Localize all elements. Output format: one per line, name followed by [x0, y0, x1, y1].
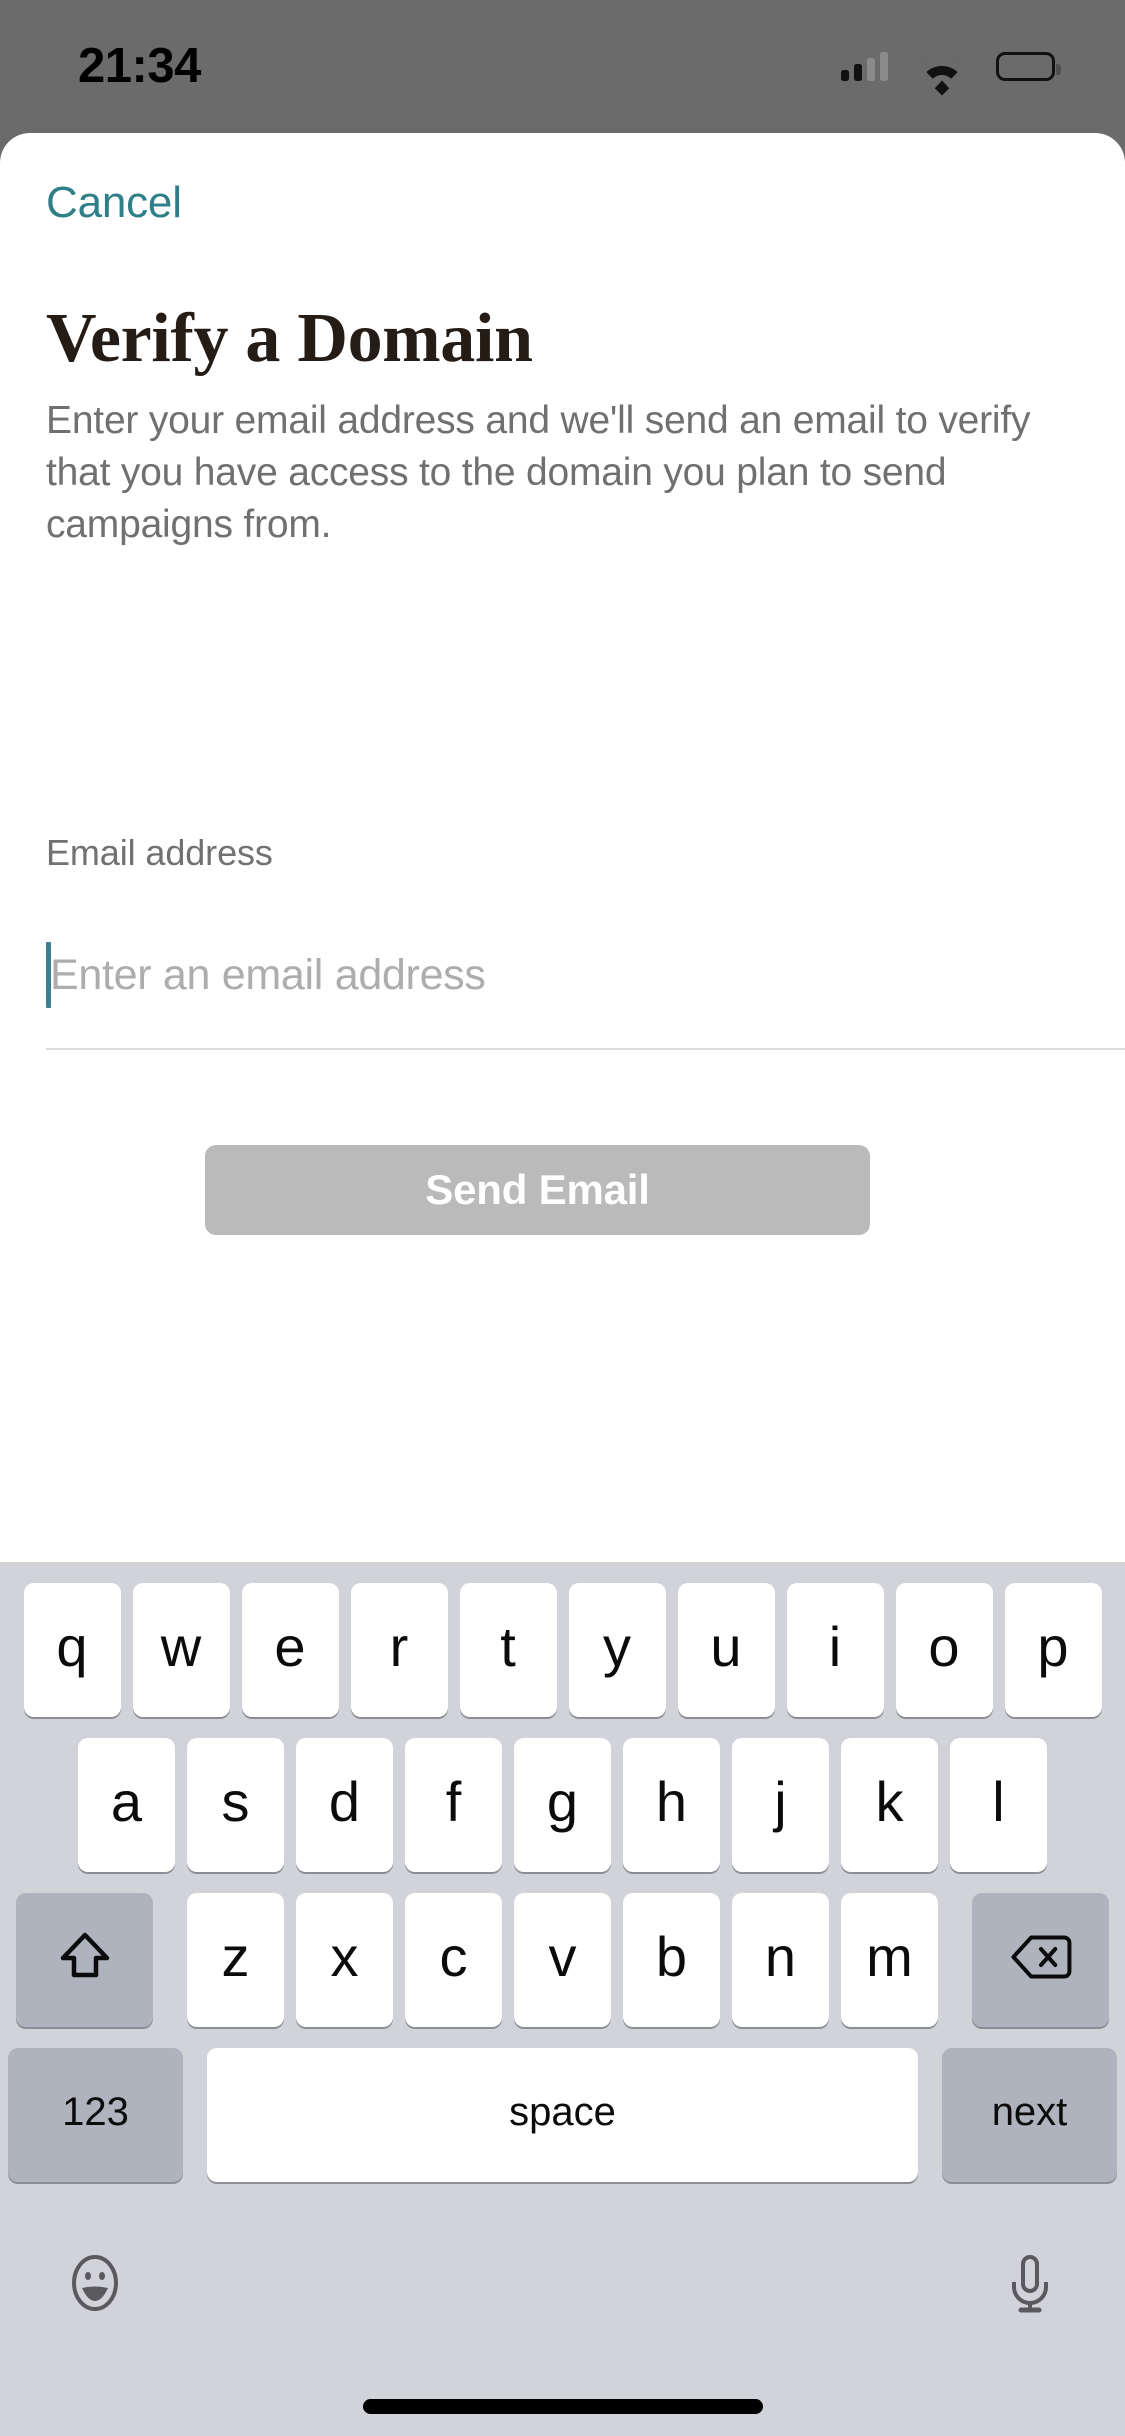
key-i[interactable]: i [786, 1583, 884, 1717]
next-key[interactable]: next [942, 2048, 1117, 2182]
keyboard-row-3: z x c v b n m [8, 1893, 1117, 2027]
key-q[interactable]: q [23, 1583, 121, 1717]
microphone-icon[interactable] [990, 2243, 1070, 2323]
home-indicator [362, 2399, 763, 2414]
key-w[interactable]: w [132, 1583, 230, 1717]
page-description: Enter your email address and we'll send … [46, 399, 1031, 546]
key-l[interactable]: l [950, 1738, 1047, 1872]
cancel-button[interactable]: Cancel [46, 178, 182, 228]
backspace-key[interactable] [972, 1893, 1109, 2027]
key-f[interactable]: f [405, 1738, 502, 1872]
emoji-smiley-icon[interactable] [55, 2243, 135, 2323]
numbers-key[interactable]: 123 [8, 2048, 183, 2182]
key-n[interactable]: n [732, 1893, 829, 2027]
key-m[interactable]: m [841, 1893, 938, 2027]
email-field-label: Email address [46, 832, 273, 873]
wifi-icon [910, 35, 974, 99]
key-p[interactable]: p [1004, 1583, 1102, 1717]
cellular-signal-icon [841, 51, 888, 81]
key-x[interactable]: x [296, 1893, 393, 2027]
battery-icon [996, 52, 1061, 81]
key-h[interactable]: h [623, 1738, 720, 1872]
page-title: Verify a Domain [46, 300, 533, 377]
key-k[interactable]: k [841, 1738, 938, 1872]
key-r[interactable]: r [350, 1583, 448, 1717]
email-input[interactable] [46, 937, 1066, 1013]
backspace-icon [1009, 1925, 1073, 1989]
status-bar-time: 21:34 [78, 39, 201, 93]
shift-key[interactable] [16, 1893, 153, 2027]
key-z[interactable]: z [187, 1893, 284, 2027]
email-field-row[interactable] [46, 893, 1125, 1048]
key-e[interactable]: e [241, 1583, 339, 1717]
key-c[interactable]: c [405, 1893, 502, 2027]
key-b[interactable]: b [623, 1893, 720, 2027]
key-s[interactable]: s [187, 1738, 284, 1872]
key-j[interactable]: j [732, 1738, 829, 1872]
key-o[interactable]: o [895, 1583, 993, 1717]
status-bar-indicators [841, 35, 1061, 99]
modal-sheet: Cancel Verify a Domain Enter your email … [0, 133, 1125, 2436]
field-divider [46, 1048, 1125, 1050]
keyboard-row-4: 123 space next [8, 2048, 1117, 2182]
onscreen-keyboard: q w e r t y u i o p a s d f g h j k l z … [0, 1562, 1125, 2436]
key-v[interactable]: v [514, 1893, 611, 2027]
status-bar: 21:34 [0, 0, 1125, 133]
keyboard-utility-row [0, 2213, 1125, 2353]
key-t[interactable]: t [459, 1583, 557, 1717]
key-a[interactable]: a [78, 1738, 175, 1872]
send-email-button[interactable]: Send Email [205, 1145, 870, 1235]
keyboard-row-1: q w e r t y u i o p [8, 1583, 1117, 1717]
key-d[interactable]: d [296, 1738, 393, 1872]
keyboard-row-2: a s d f g h j k l [64, 1738, 1061, 1872]
key-u[interactable]: u [677, 1583, 775, 1717]
space-key[interactable]: space [207, 2048, 918, 2182]
key-g[interactable]: g [514, 1738, 611, 1872]
key-y[interactable]: y [568, 1583, 666, 1717]
shift-arrow-icon [53, 1925, 117, 1989]
